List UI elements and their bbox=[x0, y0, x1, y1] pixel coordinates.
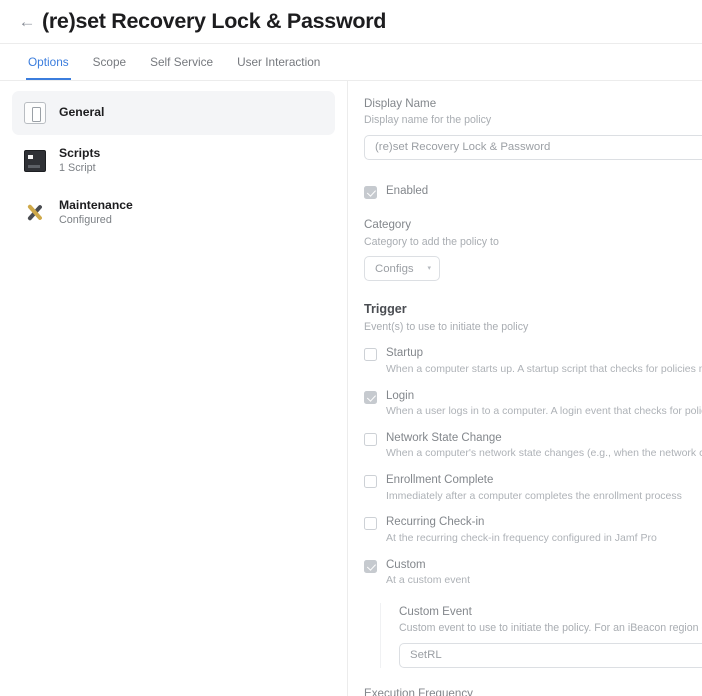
sidebar-item-general[interactable]: General bbox=[12, 91, 335, 135]
computer-icon bbox=[24, 102, 46, 124]
trigger-network-state-change-label: Network State Change bbox=[386, 431, 502, 444]
tab-user-interaction[interactable]: User Interaction bbox=[225, 44, 332, 80]
content-area: General Scripts 1 Script Maintenance Con… bbox=[0, 81, 702, 696]
trigger-login-label: Login bbox=[386, 389, 415, 402]
trigger-custom-label: Custom bbox=[386, 558, 426, 571]
terminal-icon bbox=[24, 149, 46, 172]
trigger-login-row[interactable]: Login When a user logs in to a computer.… bbox=[364, 389, 702, 420]
trigger-section-help: Event(s) to use to initiate the policy bbox=[364, 321, 529, 333]
page-title: (re)set Recovery Lock & Password bbox=[42, 9, 387, 33]
trigger-startup-label: Startup bbox=[386, 347, 424, 360]
tab-scope[interactable]: Scope bbox=[81, 44, 138, 80]
tab-self-service[interactable]: Self Service bbox=[138, 44, 225, 80]
tools-icon bbox=[24, 202, 46, 224]
options-form: Display Name Display name for the policy… bbox=[348, 81, 702, 696]
chevron-down-icon: ▾ bbox=[427, 265, 431, 273]
trigger-recurring-checkin-checkbox[interactable] bbox=[364, 517, 377, 531]
trigger-enrollment-complete-row[interactable]: Enrollment Complete Immediately after a … bbox=[364, 473, 702, 504]
enabled-label: Enabled bbox=[386, 184, 429, 197]
enabled-checkbox-row[interactable]: Enabled bbox=[364, 184, 702, 200]
trigger-startup-checkbox[interactable] bbox=[364, 348, 377, 362]
sidebar-item-maintenance[interactable]: Maintenance Configured bbox=[12, 187, 335, 239]
trigger-network-state-change-desc: When a computer's network state changes … bbox=[386, 447, 702, 460]
trigger-recurring-checkin-label: Recurring Check-in bbox=[386, 516, 485, 529]
trigger-custom-checkbox[interactable] bbox=[364, 559, 377, 573]
sidebar-item-subtitle: 1 Script bbox=[59, 162, 96, 175]
category-select[interactable]: Configs ▾ bbox=[364, 256, 440, 282]
enabled-checkbox[interactable] bbox=[364, 185, 377, 199]
display-name-input[interactable]: (re)set Recovery Lock & Password bbox=[364, 134, 702, 160]
display-name-label: Display Name bbox=[364, 97, 437, 110]
trigger-section-title: Trigger bbox=[364, 302, 407, 317]
custom-event-label: Custom Event bbox=[399, 605, 472, 618]
sidebar-item-label: Maintenance bbox=[59, 197, 133, 212]
custom-event-help: Custom event to use to initiate the poli… bbox=[399, 622, 702, 635]
trigger-recurring-checkin-row[interactable]: Recurring Check-in At the recurring chec… bbox=[364, 515, 702, 546]
category-value: Configs bbox=[375, 262, 414, 275]
execution-frequency-field: Execution Frequency Frequency at which t… bbox=[364, 685, 702, 696]
trigger-custom-desc: At a custom event bbox=[386, 574, 471, 587]
trigger-network-state-change-row[interactable]: Network State Change When a computer's n… bbox=[364, 431, 702, 462]
trigger-enrollment-complete-checkbox[interactable] bbox=[364, 475, 377, 489]
trigger-login-checkbox[interactable] bbox=[364, 390, 377, 404]
tab-options[interactable]: Options bbox=[16, 44, 81, 80]
tab-bar: Options Scope Self Service User Interact… bbox=[0, 43, 702, 81]
trigger-startup-desc: When a computer starts up. A startup scr… bbox=[386, 362, 702, 375]
sidebar-item-label: General bbox=[59, 105, 105, 120]
category-help: Category to add the policy to bbox=[364, 235, 499, 248]
sidebar-item-subtitle: Configured bbox=[59, 213, 112, 226]
trigger-network-state-change-checkbox[interactable] bbox=[364, 432, 377, 446]
payload-sidebar: General Scripts 1 Script Maintenance Con… bbox=[0, 81, 348, 696]
custom-event-input[interactable]: SetRL bbox=[399, 642, 702, 668]
sidebar-item-label: Scripts bbox=[59, 146, 101, 160]
trigger-custom-row[interactable]: Custom At a custom event bbox=[364, 558, 702, 589]
sidebar-item-scripts[interactable]: Scripts 1 Script bbox=[12, 135, 335, 187]
trigger-login-desc: When a user logs in to a computer. A log… bbox=[386, 405, 702, 418]
trigger-startup-row[interactable]: Startup When a computer starts up. A sta… bbox=[364, 346, 702, 377]
trigger-enrollment-complete-desc: Immediately after a computer completes t… bbox=[386, 489, 682, 502]
trigger-recurring-checkin-desc: At the recurring check-in frequency conf… bbox=[386, 531, 657, 544]
custom-event-field: Custom Event Custom event to use to init… bbox=[380, 603, 702, 668]
category-field: Category Category to add the policy to C… bbox=[364, 216, 702, 282]
display-name-field: Display Name Display name for the policy… bbox=[364, 95, 702, 160]
display-name-help: Display name for the policy bbox=[364, 114, 492, 127]
page-header: ← (re)set Recovery Lock & Password bbox=[0, 0, 702, 43]
trigger-enrollment-complete-label: Enrollment Complete bbox=[386, 474, 494, 487]
arrow-left-icon[interactable]: ← bbox=[14, 9, 40, 35]
execution-frequency-label: Execution Frequency bbox=[364, 686, 473, 696]
category-label: Category bbox=[364, 218, 412, 232]
